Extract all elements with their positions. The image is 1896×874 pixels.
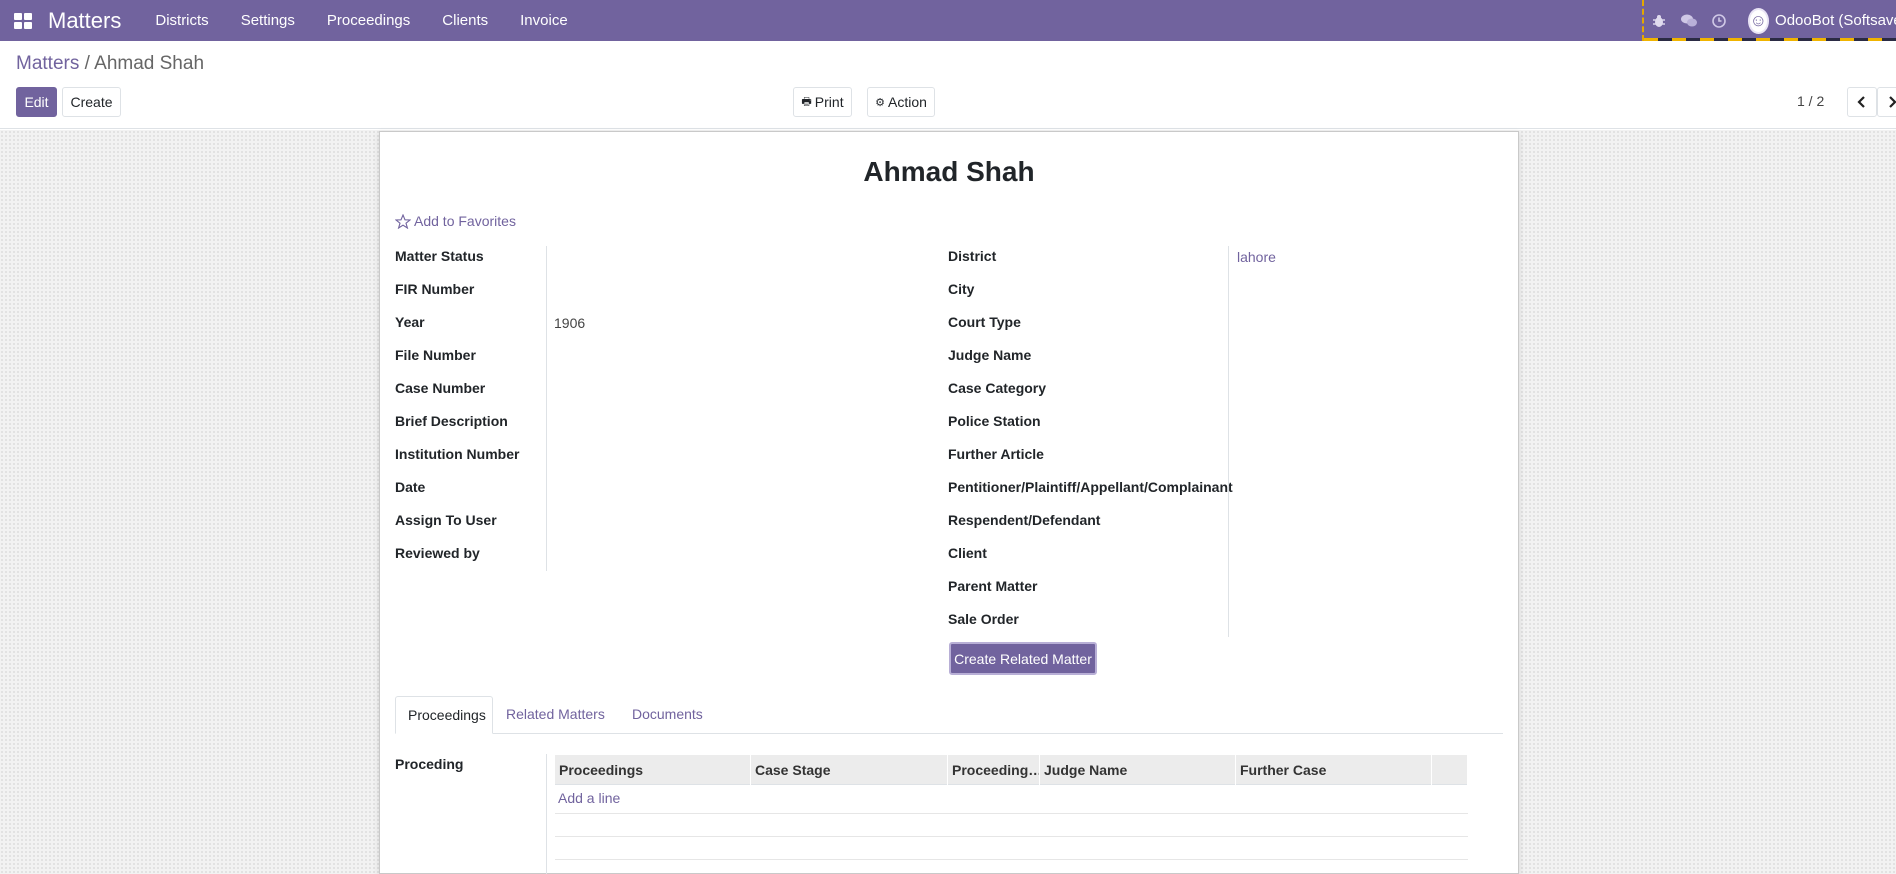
respondent-label: Respendent/Defendant — [948, 512, 1101, 528]
edit-button[interactable]: Edit — [16, 87, 57, 117]
proceding-label: Proceding — [395, 756, 464, 772]
column-proceedings[interactable]: Proceedings — [555, 755, 751, 785]
breadcrumb: Matters / Ahmad Shah — [16, 53, 204, 75]
judge-name-label: Judge Name — [948, 347, 1032, 363]
menu-item-invoice[interactable]: Invoice — [504, 0, 584, 41]
create-related-matter-button[interactable]: Create Related Matter — [949, 642, 1097, 675]
brief-description-label: Brief Description — [395, 413, 508, 429]
assign-to-user-label: Assign To User — [395, 512, 497, 528]
star-icon — [395, 213, 411, 229]
notebook-tabs: Proceedings Related Matters Documents — [395, 696, 1503, 734]
control-panel: Matters / Ahmad Shah Edit Create 🖶 Print … — [0, 41, 1896, 129]
district-value[interactable]: lahore — [1237, 249, 1276, 265]
tab-proceedings[interactable]: Proceedings — [395, 696, 493, 734]
main-menu: Districts Settings Proceedings Clients I… — [139, 0, 583, 41]
pager-next-button[interactable] — [1877, 87, 1896, 117]
district-label: District — [948, 248, 997, 264]
menu-item-settings[interactable]: Settings — [225, 0, 311, 41]
add-to-favorites-link[interactable]: Add to Favorites — [395, 213, 516, 229]
parent-matter-label: Parent Matter — [948, 578, 1038, 594]
pager-previous-button[interactable] — [1847, 87, 1877, 117]
table-row — [555, 837, 1468, 860]
table-row — [555, 814, 1468, 837]
user-menu[interactable]: ☺ OdooBot (Softsave — [1747, 7, 1896, 34]
file-number-label: File Number — [395, 347, 476, 363]
action-button[interactable]: ⚙ Action — [867, 87, 935, 117]
print-label: Print — [814, 94, 844, 110]
action-label: Action — [887, 94, 927, 110]
user-avatar: ☺ — [1747, 7, 1770, 34]
sale-order-label: Sale Order — [948, 611, 1019, 627]
chevron-left-icon — [1857, 96, 1865, 108]
apps-menu-icon[interactable] — [0, 0, 46, 41]
breadcrumb-current: Ahmad Shah — [94, 53, 205, 74]
proceding-divider — [546, 754, 547, 874]
menu-item-clients[interactable]: Clients — [426, 0, 504, 41]
left-column-divider — [546, 246, 547, 571]
column-judge-name[interactable]: Judge Name — [1040, 755, 1236, 785]
print-button[interactable]: 🖶 Print — [793, 87, 852, 117]
institution-number-label: Institution Number — [395, 446, 520, 462]
column-options[interactable] — [1432, 755, 1468, 785]
court-type-label: Court Type — [948, 314, 1021, 330]
gear-icon: ⚙ — [875, 96, 885, 109]
petitioner-label: Pentitioner/Plaintiff/Appellant/Complain… — [948, 479, 1233, 495]
chevron-right-icon — [1889, 96, 1896, 108]
year-value[interactable]: 1906 — [554, 315, 585, 331]
column-case-stage[interactable]: Case Stage — [751, 755, 948, 785]
further-article-label: Further Article — [948, 446, 1044, 462]
menu-item-proceedings[interactable]: Proceedings — [311, 0, 426, 41]
case-category-label: Case Category — [948, 380, 1047, 396]
right-column-divider — [1228, 246, 1229, 637]
print-icon: 🖶 — [801, 95, 812, 108]
debug-bug-icon[interactable] — [1644, 0, 1674, 41]
column-proceeding-date[interactable]: Proceeding… — [948, 755, 1040, 785]
table-row: Add a line — [555, 785, 1468, 814]
tab-related-matters[interactable]: Related Matters — [494, 696, 617, 734]
city-label: City — [948, 281, 975, 297]
menu-item-districts[interactable]: Districts — [139, 0, 224, 41]
top-navbar: Matters Districts Settings Proceedings C… — [0, 0, 1896, 41]
date-label: Date — [395, 479, 426, 495]
messaging-icon[interactable] — [1674, 0, 1704, 41]
matter-status-label: Matter Status — [395, 248, 484, 264]
activity-clock-icon[interactable] — [1704, 0, 1734, 41]
table-header: Proceedings Case Stage Proceeding… Judge… — [555, 755, 1468, 785]
police-station-label: Police Station — [948, 413, 1041, 429]
client-label: Client — [948, 545, 987, 561]
tab-documents[interactable]: Documents — [620, 696, 715, 734]
add-a-line-link[interactable]: Add a line — [558, 790, 620, 806]
breadcrumb-separator: / — [79, 53, 95, 74]
favorite-label: Add to Favorites — [414, 213, 516, 229]
case-number-label: Case Number — [395, 380, 486, 396]
column-further-case[interactable]: Further Case — [1236, 755, 1432, 785]
form-sheet: Ahmad Shah Add to Favorites Matter Statu… — [379, 131, 1519, 874]
reviewed-by-label: Reviewed by — [395, 545, 480, 561]
year-label: Year — [395, 314, 425, 330]
proceedings-table: Proceedings Case Stage Proceeding… Judge… — [555, 755, 1468, 860]
breadcrumb-matters-link[interactable]: Matters — [16, 53, 79, 74]
app-brand[interactable]: Matters — [46, 0, 139, 41]
fir-number-label: FIR Number — [395, 281, 475, 297]
pager-value[interactable]: 1 / 2 — [1797, 93, 1824, 109]
create-button[interactable]: Create — [62, 87, 121, 117]
user-name: OdooBot (Softsave — [1775, 12, 1896, 29]
record-title: Ahmad Shah — [863, 156, 1035, 187]
systray: ☺ OdooBot (Softsave — [1642, 0, 1896, 41]
